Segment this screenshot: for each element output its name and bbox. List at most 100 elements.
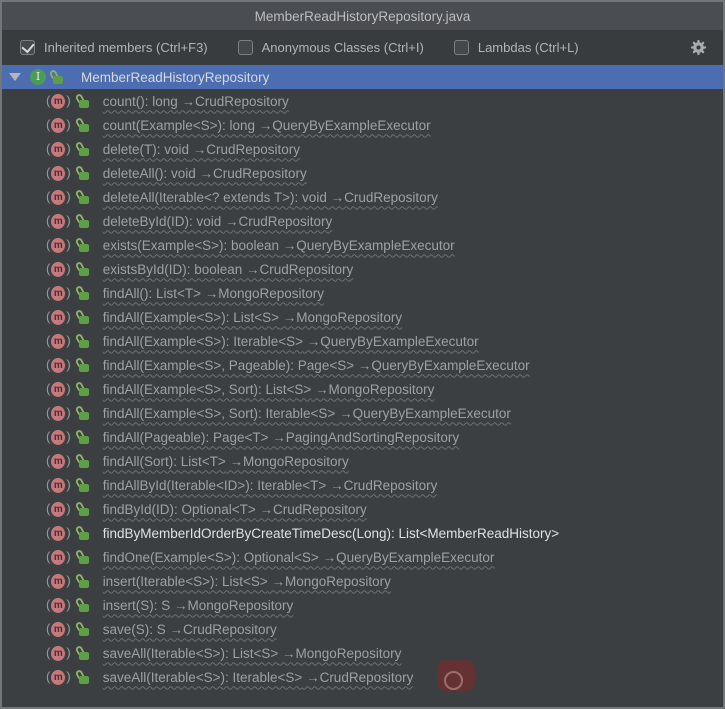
method-icon: (m) <box>46 165 71 181</box>
lock-icon <box>74 620 90 637</box>
method-icon: (m) <box>46 285 71 301</box>
tree-row-method[interactable]: (m) insert(Iterable<S>): List<S> →MongoR… <box>2 569 723 593</box>
tree-row-method[interactable]: (m) findByMemberIdOrderByCreateTimeDesc(… <box>2 521 723 545</box>
tree-row-method[interactable]: (m) findAll(): List<T> →MongoRepository <box>2 281 723 305</box>
method-signature: saveAll(Iterable<S>): Iterable<S> →CrudR… <box>102 669 414 685</box>
method-signature: saveAll(Iterable<S>): List<S> →MongoRepo… <box>102 645 402 661</box>
tree-row-method[interactable]: (m) findAllById(Iterable<ID>): Iterable<… <box>2 473 723 497</box>
tree-row-method[interactable]: (m) saveAll(Iterable<S>): List<S> →Mongo… <box>2 641 723 665</box>
tree-row-method[interactable]: (m) save(S): S →CrudRepository <box>2 617 723 641</box>
tree-row-method[interactable]: (m) deleteAll(Iterable<? extends T>): vo… <box>2 185 723 209</box>
method-signature: count(Example<S>): long →QueryByExampleE… <box>102 117 431 133</box>
method-icon: (m) <box>46 141 71 157</box>
popup-toolbar: Inherited members (Ctrl+F3) Anonymous Cl… <box>2 30 723 65</box>
method-signature: findAll(Pageable): Page<T> →PagingAndSor… <box>102 429 460 445</box>
method-signature: existsById(ID): boolean →CrudRepository <box>102 261 354 277</box>
method-icon: (m) <box>46 117 71 133</box>
tree-row-method[interactable]: (m) exists(Example<S>): boolean →QueryBy… <box>2 233 723 257</box>
lock-icon <box>74 668 90 685</box>
checkbox-anonymous-classes[interactable]: Anonymous Classes (Ctrl+I) <box>237 40 424 55</box>
tree-row-method[interactable]: (m) deleteAll(): void →CrudRepository <box>2 161 723 185</box>
method-icon: (m) <box>46 237 71 253</box>
tree-row-method[interactable]: (m) deleteById(ID): void →CrudRepository <box>2 209 723 233</box>
gear-icon <box>690 39 706 56</box>
tree-row-method[interactable]: (m) findById(ID): Optional<T> →CrudRepos… <box>2 497 723 521</box>
method-signature: exists(Example<S>): boolean →QueryByExam… <box>102 237 455 253</box>
lock-icon <box>74 644 90 661</box>
lock-icon <box>74 500 90 517</box>
lock-icon <box>74 92 90 109</box>
method-icon: (m) <box>46 309 71 325</box>
lock-icon <box>74 476 90 493</box>
lock-icon <box>48 68 64 85</box>
settings-button[interactable] <box>687 37 709 59</box>
lock-icon <box>74 548 90 565</box>
checkbox-label: Anonymous Classes (Ctrl+I) <box>261 40 424 55</box>
lock-icon <box>74 404 90 421</box>
method-icon: (m) <box>46 333 71 349</box>
tree-row-method[interactable]: (m) delete(T): void →CrudRepository <box>2 137 723 161</box>
method-icon: (m) <box>46 669 71 685</box>
checkbox-label: Lambdas (Ctrl+L) <box>477 40 579 55</box>
method-icon: (m) <box>46 357 71 373</box>
method-signature: findByMemberIdOrderByCreateTimeDesc(Long… <box>102 525 560 541</box>
method-signature: findById(ID): Optional<T> →CrudRepositor… <box>102 501 367 517</box>
method-signature: delete(T): void →CrudRepository <box>102 141 301 157</box>
method-signature: findOne(Example<S>): Optional<S> →QueryB… <box>102 549 495 565</box>
lock-icon <box>74 308 90 325</box>
tree-row-method[interactable]: (m) findAll(Pageable): Page<T> →PagingAn… <box>2 425 723 449</box>
tree-row-method[interactable]: (m) findAll(Sort): List<T> →MongoReposit… <box>2 449 723 473</box>
tree-row-method[interactable]: (m) findAll(Example<S>): Iterable<S> →Qu… <box>2 329 723 353</box>
method-icon: (m) <box>46 189 71 205</box>
tree-row-method[interactable]: (m) findAll(Example<S>, Sort): Iterable<… <box>2 401 723 425</box>
checkbox-lambdas[interactable]: Lambdas (Ctrl+L) <box>453 40 579 55</box>
tree-row-method[interactable]: (m) insert(S): S →MongoRepository <box>2 593 723 617</box>
lock-icon <box>74 596 90 613</box>
tree-row-method[interactable]: (m) findAll(Example<S>, Sort): List<S> →… <box>2 377 723 401</box>
tree-row-root-interface[interactable]: I MemberReadHistoryRepository <box>2 65 723 89</box>
method-icon: (m) <box>46 549 71 565</box>
popup-title: MemberReadHistoryRepository.java <box>254 8 471 24</box>
lock-icon <box>74 284 90 301</box>
method-signature: findAll(Sort): List<T> →MongoRepository <box>102 453 349 469</box>
lock-icon <box>74 116 90 133</box>
root-class-name: MemberReadHistoryRepository <box>81 69 270 85</box>
lock-icon <box>74 380 90 397</box>
collapse-arrow-icon[interactable] <box>9 73 21 81</box>
method-icon: (m) <box>46 645 71 661</box>
lock-icon <box>74 212 90 229</box>
checkbox-inherited-members[interactable]: Inherited members (Ctrl+F3) <box>20 40 208 55</box>
method-icon: (m) <box>46 525 71 541</box>
checkbox-box <box>237 40 253 55</box>
checkbox-box <box>453 40 469 55</box>
tree-row-method[interactable]: (m) findOne(Example<S>): Optional<S> →Qu… <box>2 545 723 569</box>
lock-icon <box>74 260 90 277</box>
popup-titlebar[interactable]: MemberReadHistoryRepository.java <box>2 2 723 30</box>
method-icon: (m) <box>46 429 71 445</box>
tree-row-method[interactable]: (m) existsById(ID): boolean →CrudReposit… <box>2 257 723 281</box>
lock-icon <box>74 188 90 205</box>
checkbox-label: Inherited members (Ctrl+F3) <box>44 40 208 55</box>
interface-icon: I <box>30 69 46 85</box>
tree-row-method[interactable]: (m) saveAll(Iterable<S>): Iterable<S> →C… <box>2 665 723 689</box>
lock-icon <box>74 236 90 253</box>
method-signature: findAll(Example<S>, Sort): Iterable<S> →… <box>102 405 511 421</box>
structure-tree: I MemberReadHistoryRepository (m) count(… <box>2 65 723 707</box>
tree-row-method[interactable]: (m) findAll(Example<S>): List<S> →MongoR… <box>2 305 723 329</box>
tree-row-method[interactable]: (m) findAll(Example<S>, Pageable): Page<… <box>2 353 723 377</box>
method-signature: findAll(Example<S>, Sort): List<S> →Mong… <box>102 381 435 397</box>
lock-icon <box>74 524 90 541</box>
checkbox-box <box>20 40 35 55</box>
tree-row-method[interactable]: (m) count(Example<S>): long →QueryByExam… <box>2 113 723 137</box>
lock-icon <box>74 428 90 445</box>
method-icon: (m) <box>46 213 71 229</box>
method-icon: (m) <box>46 477 71 493</box>
method-icon: (m) <box>46 573 71 589</box>
method-signature: findAll(): List<T> →MongoRepository <box>102 285 325 301</box>
method-icon: (m) <box>46 381 71 397</box>
method-signature: insert(S): S →MongoRepository <box>102 597 294 613</box>
method-signature: deleteAll(): void →CrudRepository <box>102 165 307 181</box>
tree-row-method[interactable]: (m) count(): long →CrudRepository <box>2 89 723 113</box>
method-signature: findAll(Example<S>, Pageable): Page<S> →… <box>102 357 530 373</box>
lock-icon <box>74 164 90 181</box>
